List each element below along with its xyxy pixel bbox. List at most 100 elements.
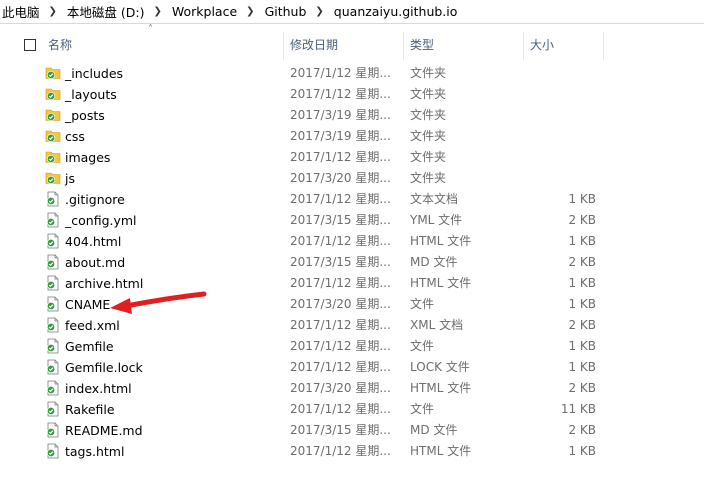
file-row[interactable]: css 2017/3/19 星期... 文件夹	[0, 126, 704, 147]
file-type: 文件夹	[410, 150, 447, 164]
file-row[interactable]: README.md 2017/3/15 星期... MD 文件 2 KB	[0, 420, 704, 441]
file-name: tags.html	[65, 444, 125, 459]
column-header-name[interactable]: 名称	[48, 30, 72, 60]
file-date: 2017/1/12 星期...	[290, 66, 391, 80]
file-name: 404.html	[65, 234, 122, 249]
chevron-right-icon[interactable]: ❯	[43, 6, 65, 17]
breadcrumb-current-folder[interactable]: quanzaiyu.github.io	[332, 4, 461, 19]
file-type: LOCK 文件	[410, 360, 470, 374]
file-date: 2017/3/19 星期...	[290, 108, 391, 122]
chevron-right-icon[interactable]: ❯	[147, 6, 169, 17]
file-synced-icon	[45, 233, 61, 249]
column-divider[interactable]	[283, 32, 284, 60]
file-synced-icon	[45, 380, 61, 396]
file-name: Gemfile	[65, 339, 114, 354]
column-divider[interactable]	[523, 32, 524, 60]
file-synced-icon	[45, 443, 61, 459]
breadcrumb-drive-d[interactable]: 本地磁盘 (D:)	[65, 2, 148, 21]
file-row[interactable]: feed.xml 2017/1/12 星期... XML 文档 2 KB	[0, 315, 704, 336]
breadcrumb-this-pc[interactable]: 此电脑	[0, 2, 43, 21]
file-type: 文件	[410, 402, 435, 416]
file-date: 2017/1/12 星期...	[290, 276, 391, 290]
file-date: 2017/1/12 星期...	[290, 87, 391, 101]
file-row[interactable]: _posts 2017/3/19 星期... 文件夹	[0, 105, 704, 126]
chevron-right-icon[interactable]: ❯	[240, 6, 262, 17]
file-row[interactable]: archive.html 2017/1/12 星期... HTML 文件 1 KB	[0, 273, 704, 294]
file-name: css	[65, 129, 85, 144]
column-divider[interactable]	[603, 32, 604, 60]
file-name: README.md	[65, 423, 143, 438]
file-size: 1 KB	[568, 297, 596, 311]
red-arrow-annotation	[110, 291, 207, 314]
column-divider[interactable]	[403, 32, 404, 60]
file-size: 2 KB	[568, 423, 596, 437]
file-synced-icon	[45, 191, 61, 207]
file-name: .gitignore	[65, 192, 125, 207]
file-type: YML 文件	[410, 213, 463, 227]
folder-synced-icon	[45, 149, 61, 165]
file-size: 2 KB	[568, 381, 596, 395]
file-date: 2017/1/12 星期...	[290, 318, 391, 332]
file-row[interactable]: CNAME 2017/3/20 星期... 文件 1 KB	[0, 294, 704, 315]
file-size: 1 KB	[568, 444, 596, 458]
column-header-type[interactable]: 类型	[410, 30, 434, 60]
file-date: 2017/1/12 星期...	[290, 234, 391, 248]
file-type: 文件夹	[410, 129, 447, 143]
address-bar[interactable]: 此电脑 ❯ 本地磁盘 (D:) ❯ Workplace ❯ Github ❯ q…	[0, 0, 704, 24]
file-name: about.md	[65, 255, 126, 270]
file-synced-icon	[45, 422, 61, 438]
chevron-right-icon[interactable]: ❯	[309, 6, 331, 17]
file-date: 2017/1/12 星期...	[290, 150, 391, 164]
file-row[interactable]: about.md 2017/3/15 星期... MD 文件 2 KB	[0, 252, 704, 273]
file-name: js	[65, 171, 75, 186]
file-name: _posts	[65, 108, 105, 123]
file-date: 2017/3/15 星期...	[290, 213, 391, 227]
file-date: 2017/3/15 星期...	[290, 255, 391, 269]
file-size: 1 KB	[568, 339, 596, 353]
file-date: 2017/3/20 星期...	[290, 381, 391, 395]
file-type: HTML 文件	[410, 276, 472, 290]
file-name: index.html	[65, 381, 132, 396]
file-size: 1 KB	[568, 234, 596, 248]
file-type: 文件	[410, 297, 435, 311]
folder-synced-icon	[45, 170, 61, 186]
file-date: 2017/3/20 星期...	[290, 171, 391, 185]
file-row[interactable]: Rakefile 2017/1/12 星期... 文件 11 KB	[0, 399, 704, 420]
breadcrumb-github[interactable]: Github	[263, 4, 310, 19]
file-row[interactable]: index.html 2017/3/20 星期... HTML 文件 2 KB	[0, 378, 704, 399]
file-synced-icon	[45, 338, 61, 354]
column-header-size[interactable]: 大小	[530, 30, 554, 60]
breadcrumb-workplace[interactable]: Workplace	[170, 4, 240, 19]
column-header-row: 名称 修改日期 类型 大小	[0, 30, 704, 60]
file-synced-icon	[45, 275, 61, 291]
file-type: HTML 文件	[410, 381, 472, 395]
file-date: 2017/1/12 星期...	[290, 444, 391, 458]
file-row[interactable]: .gitignore 2017/1/12 星期... 文本文档 1 KB	[0, 189, 704, 210]
file-row[interactable]: Gemfile 2017/1/12 星期... 文件 1 KB	[0, 336, 704, 357]
column-header-date[interactable]: 修改日期	[290, 30, 338, 60]
file-date: 2017/3/19 星期...	[290, 129, 391, 143]
file-size: 2 KB	[568, 255, 596, 269]
file-type: 文件夹	[410, 87, 447, 101]
file-synced-icon	[45, 212, 61, 228]
file-name: images	[65, 150, 111, 165]
file-row[interactable]: 404.html 2017/1/12 星期... HTML 文件 1 KB	[0, 231, 704, 252]
file-row[interactable]: _includes 2017/1/12 星期... 文件夹	[0, 63, 704, 84]
file-type: 文件夹	[410, 66, 447, 80]
file-synced-icon	[45, 317, 61, 333]
file-synced-icon	[45, 401, 61, 417]
file-row[interactable]: Gemfile.lock 2017/1/12 星期... LOCK 文件 1 KB	[0, 357, 704, 378]
file-row[interactable]: images 2017/1/12 星期... 文件夹	[0, 147, 704, 168]
file-size: 1 KB	[568, 276, 596, 290]
folder-synced-icon	[45, 86, 61, 102]
select-all-checkbox[interactable]	[24, 39, 36, 51]
file-row[interactable]: _config.yml 2017/3/15 星期... YML 文件 2 KB	[0, 210, 704, 231]
folder-synced-icon	[45, 128, 61, 144]
file-name: _includes	[65, 66, 124, 81]
file-row[interactable]: tags.html 2017/1/12 星期... HTML 文件 1 KB	[0, 441, 704, 462]
file-row[interactable]: _layouts 2017/1/12 星期... 文件夹	[0, 84, 704, 105]
file-type: 文件	[410, 339, 435, 353]
file-row[interactable]: js 2017/3/20 星期... 文件夹	[0, 168, 704, 189]
file-type: XML 文档	[410, 318, 464, 332]
folder-synced-icon	[45, 65, 61, 81]
